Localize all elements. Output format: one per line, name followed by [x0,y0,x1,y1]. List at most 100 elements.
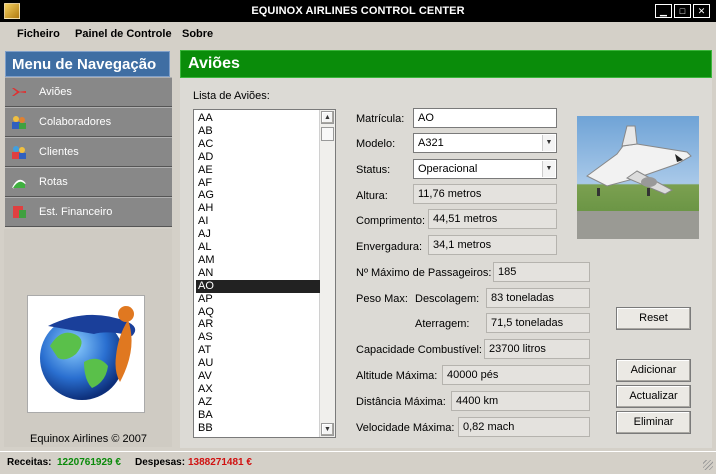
resize-grip-icon[interactable] [703,460,713,470]
list-item[interactable]: AA [196,112,320,125]
list-item[interactable]: BB [196,422,320,435]
footer-copyright: Equinox Airlines © 2007 [30,433,147,445]
comprimento-value: 44,51 metros [428,209,557,229]
list-item[interactable]: AI [196,215,320,228]
title-bar: EQUINOX AIRLINES CONTROL CENTER ▁ □ ✕ [0,0,716,22]
list-item[interactable]: AO [196,279,320,293]
altura-label: Altura: [356,190,388,202]
list-item[interactable]: AU [196,357,320,370]
status-select[interactable]: Operacional ▼ [413,159,557,179]
despesas-value: 1388271481 € [188,457,252,468]
people-icon [12,116,26,129]
despesas-label: Despesas: [135,457,186,468]
peso-label: Peso Max: [356,293,408,305]
list-item[interactable]: AX [196,383,320,396]
distancia-value: 4400 km [451,391,590,411]
list-item[interactable]: AH [196,202,320,215]
listbox-scrollbar[interactable]: ▲ ▼ [319,110,335,437]
scroll-thumb[interactable] [321,127,334,141]
passageiros-value: 185 [493,262,590,282]
list-item[interactable]: AJ [196,228,320,241]
descolagem-value: 83 toneladas [486,288,590,308]
receitas-value: 1220761929 € [57,457,121,468]
list-item[interactable]: AC [196,138,320,151]
status-label: Status: [356,164,391,176]
aterragem-label: Aterragem: [415,318,470,330]
modelo-select[interactable]: A321 ▼ [413,133,557,153]
nav-item-label: Rotas [39,176,68,188]
modelo-value: A321 [418,137,444,149]
list-item[interactable]: AN [196,267,320,280]
nav-item-label: Colaboradores [39,116,112,128]
list-item[interactable]: AV [196,370,320,383]
nav-item-label: Est. Financeiro [39,206,113,218]
nav-item-est-financeiro[interactable]: Est. Financeiro [5,197,172,227]
menu-sobre[interactable]: Sobre [182,28,213,40]
list-item[interactable]: AR [196,318,320,331]
menu-ficheiro[interactable]: Ficheiro [17,28,60,40]
nav-item-rotas[interactable]: Rotas [5,167,172,197]
velocidade-value: 0,82 mach [458,417,590,437]
adicionar-button[interactable]: Adicionar [616,359,691,382]
airplanes-listbox[interactable]: ▲ ▼ AA AB AC AD AE AF AG AH AI AJ AL AM AN AO AP AQ AR AS… [193,109,336,438]
actualizar-button[interactable]: Actualizar [616,385,691,408]
finance-icon [13,206,26,218]
window-title: EQUINOX AIRLINES CONTROL CENTER [251,5,465,17]
maximize-icon[interactable]: □ [674,4,691,18]
list-item[interactable]: AL [196,241,320,254]
list-item[interactable]: AM [196,254,320,267]
menu-painel-de-controle[interactable]: Painel de Controle [75,28,172,40]
airplane-icon [12,88,26,96]
altura-value: 11,76 metros [413,184,557,204]
passageiros-label: Nº Máximo de Passageiros: [356,267,492,279]
list-item[interactable]: AF [196,177,320,190]
nav-item-clientes[interactable]: Clientes [5,137,172,167]
nav-item-label: Clientes [39,146,79,158]
matricula-field[interactable]: AO [413,108,557,128]
nav-item-colaboradores[interactable]: Colaboradores [5,107,172,137]
close-icon[interactable]: ✕ [693,4,710,18]
descolagem-label: Descolagem: [415,293,480,305]
receitas-label: Receitas: [7,457,52,468]
reset-button[interactable]: Reset [616,307,691,330]
airplane-image-icon [577,125,699,239]
routes-icon [12,179,26,189]
minimize-icon[interactable]: ▁ [655,4,672,18]
distancia-label: Distância Máxima: [356,396,446,408]
combustivel-value: 23700 litros [484,339,590,359]
matricula-label: Matrícula: [356,113,405,125]
comprimento-label: Comprimento: [356,215,426,227]
list-item[interactable]: BA [196,409,320,422]
airplane-photo [577,116,699,239]
company-logo [27,295,145,413]
list-item[interactable]: AG [196,189,320,202]
altitude-label: Altitude Máxima: [356,370,438,382]
eliminar-button[interactable]: Eliminar [616,411,691,434]
list-item[interactable]: AS [196,331,320,344]
scroll-down-icon[interactable]: ▼ [321,423,334,436]
nav-panel: Aviões Colaboradores Clientes Rotas Est.… [5,77,172,229]
list-item[interactable]: AE [196,164,320,177]
velocidade-label: Velocidade Máxima: [356,422,455,434]
menu-bar: Ficheiro Painel de Controle Sobre [0,22,716,46]
scroll-up-icon[interactable]: ▲ [321,111,334,124]
list-label: Lista de Aviões: [193,90,270,102]
clients-icon [12,146,26,159]
list-item[interactable]: AQ [196,306,320,319]
chevron-down-icon[interactable]: ▼ [542,161,555,177]
envergadura-value: 34,1 metros [428,235,557,255]
page-title: Aviões [180,50,712,78]
list-item[interactable]: AB [196,125,320,138]
envergadura-label: Envergadura: [356,241,423,253]
chevron-down-icon[interactable]: ▼ [542,135,555,151]
list-item[interactable]: AT [196,344,320,357]
list-item[interactable]: AD [196,151,320,164]
globe-logo-icon [40,306,136,400]
nav-item-label: Aviões [39,86,72,98]
modelo-label: Modelo: [356,138,396,150]
list-item[interactable]: AP [196,293,320,306]
nav-title: Menu de Navegação [5,51,170,77]
list-item[interactable]: AZ [196,396,320,409]
altitude-value: 40000 pés [442,365,590,385]
nav-item-avioes[interactable]: Aviões [5,77,172,107]
